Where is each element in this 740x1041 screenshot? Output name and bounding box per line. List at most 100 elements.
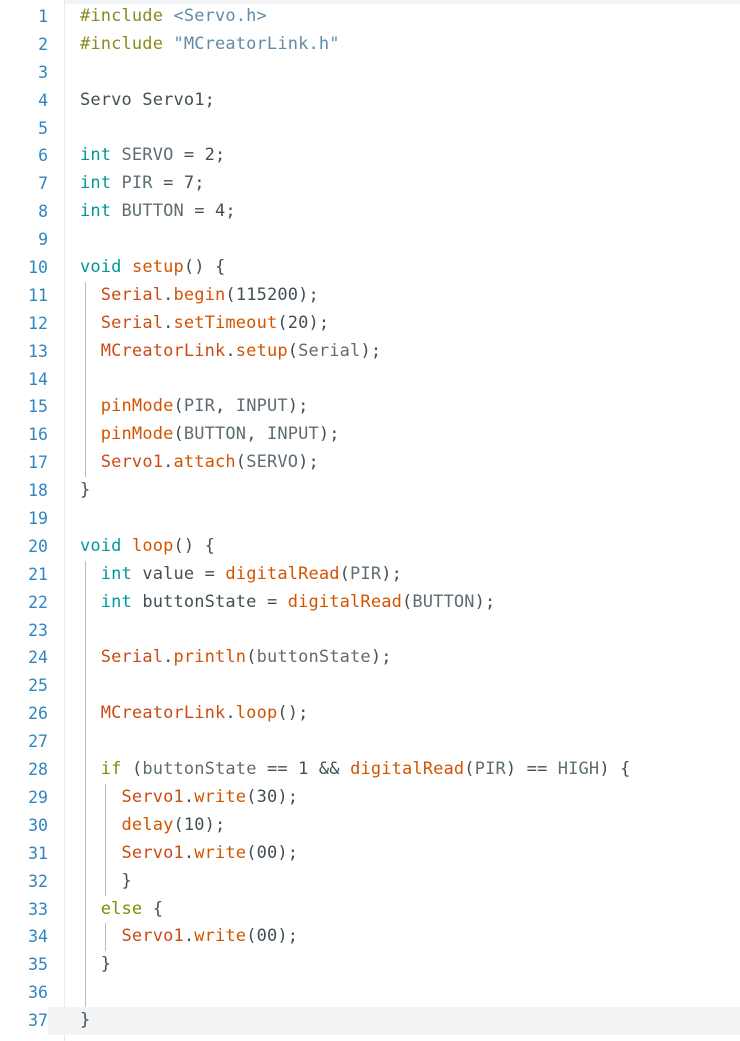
code-token: ( xyxy=(339,563,351,584)
code-line-text: } xyxy=(80,951,111,979)
code-line[interactable]: 2 #include "MCreatorLink.h" xyxy=(0,31,740,59)
code-token: && xyxy=(308,759,351,780)
code-token: int xyxy=(100,563,132,584)
code-line[interactable]: 1 #include <Servo.h> xyxy=(0,3,740,31)
code-line[interactable]: 19 xyxy=(0,505,740,533)
code-token: PIR xyxy=(111,173,164,194)
code-line[interactable]: 25 xyxy=(0,672,740,701)
code-token: BUTTON xyxy=(183,424,247,445)
code-token: ); xyxy=(277,786,299,807)
code-token: . xyxy=(163,284,174,305)
line-number: 8 xyxy=(38,202,48,222)
code-line[interactable]: 16 pinMode(BUTTON, INPUT); xyxy=(0,421,740,450)
code-line-text: MCreatorLink.loop(); xyxy=(80,700,309,728)
code-token: buttonState xyxy=(256,647,371,668)
line-number: 34 xyxy=(28,927,48,947)
code-token: } xyxy=(80,954,112,975)
code-line[interactable]: 10 void setup() { xyxy=(0,254,740,282)
code-token: <Servo.h> xyxy=(173,6,267,26)
code-token: PIR xyxy=(474,759,506,780)
code-line[interactable]: 36 xyxy=(0,979,740,1008)
line-number: 1 xyxy=(38,7,48,26)
code-token: delay xyxy=(121,814,174,835)
code-token: . xyxy=(225,703,236,724)
code-line[interactable]: 20 void loop() { xyxy=(0,533,740,561)
code-token: ( xyxy=(173,814,184,835)
code-token: } xyxy=(80,1010,91,1031)
line-number: 11 xyxy=(28,285,48,305)
code-token: . xyxy=(163,312,174,333)
code-token: "MCreatorLink.h" xyxy=(173,33,340,54)
code-line[interactable]: 5 xyxy=(0,115,740,143)
code-line[interactable]: 15 pinMode(PIR, INPUT); xyxy=(0,393,740,422)
code-line[interactable]: 33 else { xyxy=(0,895,740,924)
code-line-text: int SERVO = 2; xyxy=(80,142,225,170)
code-line[interactable]: 7 int PIR = 7; xyxy=(0,170,740,198)
code-line-text: #include <Servo.h> xyxy=(80,3,267,31)
code-line[interactable]: 13 MCreatorLink.setup(Serial); xyxy=(0,337,740,366)
code-token: else xyxy=(100,898,143,919)
code-token: , xyxy=(246,424,267,445)
code-line[interactable]: 14 xyxy=(0,365,740,394)
code-line-text: Serial.begin(115200); xyxy=(80,282,319,310)
code-line-text: Serial.setTimeout(20); xyxy=(80,310,329,338)
code-token: . xyxy=(183,786,195,807)
code-line[interactable]: 34 Servo1.write(00); xyxy=(0,923,740,952)
code-line[interactable]: 6 int SERVO = 2; xyxy=(0,142,740,170)
code-token: #include xyxy=(80,6,174,26)
code-token: pinMode xyxy=(100,396,174,417)
code-token: digitalRead xyxy=(350,759,465,780)
code-line[interactable]: 24 Serial.println(buttonState); xyxy=(0,644,740,673)
code-token: ); xyxy=(287,396,309,417)
code-line[interactable]: 3 xyxy=(0,59,740,87)
code-line[interactable]: 8 int BUTTON = 4; xyxy=(0,198,740,226)
code-line[interactable]: 32 } xyxy=(0,867,740,896)
code-token: , xyxy=(215,396,236,417)
code-line-text: if (buttonState == 1 && digitalRead(PIR)… xyxy=(80,756,631,784)
code-line[interactable]: 29 Servo1.write(30); xyxy=(0,783,740,812)
code-line[interactable]: 18} xyxy=(0,477,740,505)
code-line[interactable]: 21 int value = digitalRead(PIR); xyxy=(0,560,740,589)
code-line[interactable]: 37} xyxy=(0,1007,740,1035)
code-line[interactable]: 28 if (buttonState == 1 && digitalRead(P… xyxy=(0,756,740,784)
code-line[interactable]: 26 MCreatorLink.loop(); xyxy=(0,700,740,729)
code-token: = xyxy=(194,201,216,222)
code-token: ; xyxy=(215,145,226,166)
code-token: setup xyxy=(131,257,184,278)
code-line[interactable]: 27 xyxy=(0,728,740,757)
code-token: ); xyxy=(298,284,319,305)
code-token: #include xyxy=(80,33,174,54)
code-token: ( xyxy=(401,591,413,612)
code-line[interactable]: 17 Servo1.attach(SERVO); xyxy=(0,449,740,478)
code-lines-container[interactable]: 1 #include <Servo.h> 2 #include "MCreatorLi… xyxy=(0,3,740,1035)
code-token: buttonState xyxy=(142,759,257,780)
code-line[interactable]: 22 int buttonState = digitalRead(BUTTON)… xyxy=(0,588,740,617)
code-token: Serial xyxy=(100,312,164,333)
code-token: BUTTON xyxy=(412,591,475,612)
code-line-text: int value = digitalRead(PIR); xyxy=(80,561,402,589)
code-editor[interactable]: 1 #include <Servo.h> 2 #include "MCreatorLi… xyxy=(0,0,740,1041)
code-line-text: Servo1.write(00); xyxy=(80,840,298,868)
code-token: Servo1 xyxy=(100,452,164,473)
code-line-text: Serial.println(buttonState); xyxy=(80,644,392,672)
code-line[interactable]: 30 delay(10); xyxy=(0,811,740,840)
code-line[interactable]: 4 Servo Servo1; xyxy=(0,87,740,115)
line-number: 22 xyxy=(28,592,48,612)
code-line-text: void loop() { xyxy=(80,533,215,561)
code-line[interactable]: 23 xyxy=(0,616,740,645)
code-token: ( xyxy=(235,452,247,473)
code-line[interactable]: 31 Servo1.write(00); xyxy=(0,839,740,868)
code-token: () { xyxy=(173,535,216,556)
code-line[interactable]: 11 Serial.begin(115200); xyxy=(0,281,740,310)
code-line[interactable]: 9 xyxy=(0,226,740,254)
line-number: 33 xyxy=(28,899,48,919)
code-line[interactable]: 35 } xyxy=(0,951,740,980)
code-token: setTimeout xyxy=(173,312,278,333)
code-token: . xyxy=(163,647,174,668)
code-line[interactable]: 12 Serial.setTimeout(20); xyxy=(0,309,740,338)
